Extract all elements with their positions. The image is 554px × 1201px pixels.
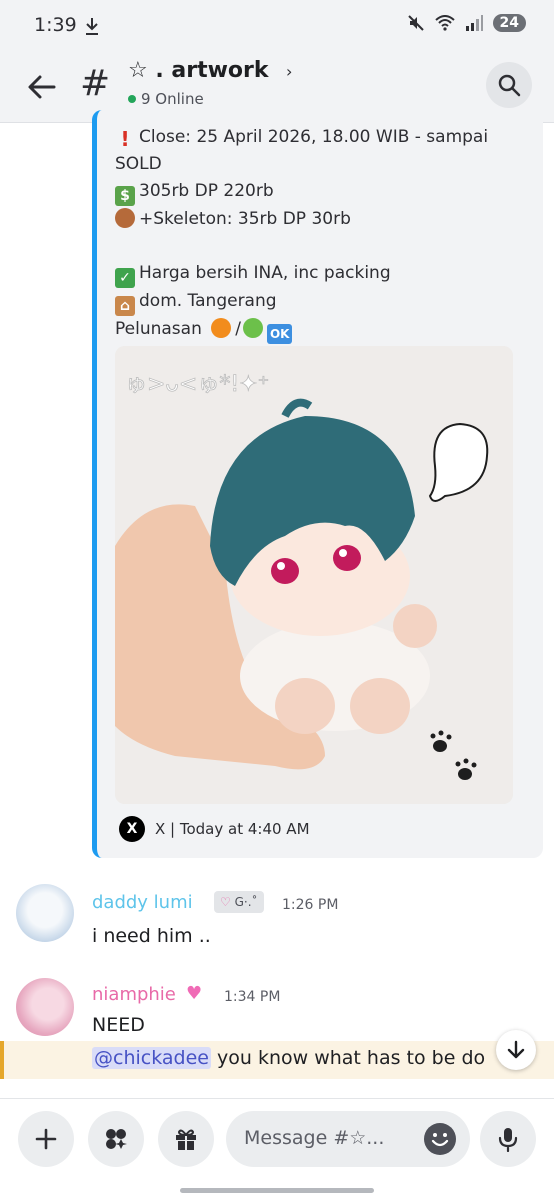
plush-eye-right <box>333 545 361 571</box>
embed-spacer <box>115 233 535 260</box>
message-text: NEED <box>92 1014 145 1036</box>
embed-line-skeleton: +Skeleton: 35rb DP 30rb <box>115 206 535 233</box>
apps-icon <box>106 1129 127 1149</box>
apps-button[interactable] <box>88 1111 144 1167</box>
embed-image[interactable]: ゅ>ᴗ<ゅ*!✦⁺ <box>115 346 513 804</box>
plus-icon <box>35 1128 57 1150</box>
green-apple-icon <box>242 318 263 338</box>
exclamation-icon: ! <box>120 127 130 151</box>
embed-line-harga: ✓ Harga bersih INA, inc packing <box>115 260 535 288</box>
avatar[interactable] <box>16 884 74 942</box>
hash-icon: # <box>80 63 111 104</box>
house-icon: ⌂ <box>115 296 135 316</box>
user-mention[interactable]: @chickadee <box>92 1047 211 1069</box>
status-time: 1:39 <box>34 14 77 36</box>
emoji-button[interactable] <box>424 1123 456 1155</box>
emoji-icon <box>431 1133 449 1147</box>
photo-doodle-text: ゅ>ᴗ<ゅ*!✦⁺ <box>125 372 269 397</box>
wifi-icon <box>434 15 455 31</box>
embed-footer: X X | Today at 4:40 AM <box>119 816 310 842</box>
add-attachment-button[interactable] <box>18 1111 74 1167</box>
x-logo-icon: X <box>119 816 145 842</box>
embed-line-close: ! Close: 25 April 2026, 18.00 WIB - sampa… <box>115 124 535 151</box>
message-composer: Message #☆... <box>0 1098 554 1201</box>
online-dot-icon <box>128 95 136 103</box>
message-author[interactable]: daddy lumi <box>92 892 193 913</box>
gift-icon <box>176 1129 196 1150</box>
link-embed[interactable]: ! Close: 25 April 2026, 18.00 WIB - sampa… <box>92 110 543 858</box>
embed-line-pelunasan: Pelunasan / OK <box>115 316 535 344</box>
embed-line-dom: ⌂ dom. Tangerang <box>115 288 535 316</box>
mention-message-row[interactable]: @chickadee you know what has to be do <box>0 1041 554 1079</box>
home-indicator[interactable] <box>180 1188 374 1193</box>
message-author[interactable]: niamphie <box>92 984 176 1005</box>
avatar[interactable] <box>16 978 74 1036</box>
channel-title[interactable]: ☆ . artwork <box>128 58 269 83</box>
user-tag-badge: ♡ G·.˚ <box>214 891 264 913</box>
embed-line-price: $305rb DP 220rb <box>115 178 535 206</box>
search-icon <box>498 74 521 97</box>
money-icon: $ <box>115 186 135 206</box>
voice-message-button[interactable] <box>480 1111 536 1167</box>
message-input[interactable]: Message #☆... <box>226 1111 470 1167</box>
back-arrow-icon[interactable] <box>24 69 60 105</box>
search-button[interactable] <box>486 62 532 108</box>
message-timestamp: 1:26 PM <box>282 897 339 913</box>
teddy-bear-icon <box>115 208 135 228</box>
check-mark-icon: ✓ <box>115 268 135 288</box>
embed-description: ! Close: 25 April 2026, 18.00 WIB - sampa… <box>115 124 535 344</box>
arrow-down-icon <box>507 1040 525 1059</box>
message-timestamp: 1:34 PM <box>224 989 281 1005</box>
mic-icon <box>498 1128 518 1152</box>
gift-button[interactable] <box>158 1111 214 1167</box>
jump-to-latest-button[interactable] <box>496 1030 536 1070</box>
ok-badge-icon: OK <box>266 324 293 344</box>
signal-icon <box>465 15 483 31</box>
battery-indicator: 24 <box>492 14 526 32</box>
message-text: i need him .. <box>92 925 211 947</box>
plush-photo: ゅ>ᴗ<ゅ*!✦⁺ <box>115 346 513 804</box>
download-icon <box>86 18 98 35</box>
orange-icon <box>211 318 232 338</box>
status-bar: 1:39 24 <box>0 0 554 52</box>
status-icons: 24 <box>407 14 526 32</box>
embed-footer-text: X | Today at 4:40 AM <box>155 820 310 838</box>
plush-eye-left <box>271 558 299 584</box>
heart-icon: ♡ <box>220 895 231 909</box>
online-text: 9 Online <box>141 90 204 108</box>
online-count: 9 Online <box>128 90 204 108</box>
chevron-right-icon[interactable]: › <box>286 62 292 81</box>
heart-icon: ♥ <box>186 983 203 1004</box>
embed-line-sold: SOLD <box>115 154 162 174</box>
mention-message-text: @chickadee you know what has to be do <box>92 1047 486 1069</box>
message-input-placeholder: Message #☆... <box>244 1127 385 1149</box>
mute-icon <box>407 15 424 31</box>
